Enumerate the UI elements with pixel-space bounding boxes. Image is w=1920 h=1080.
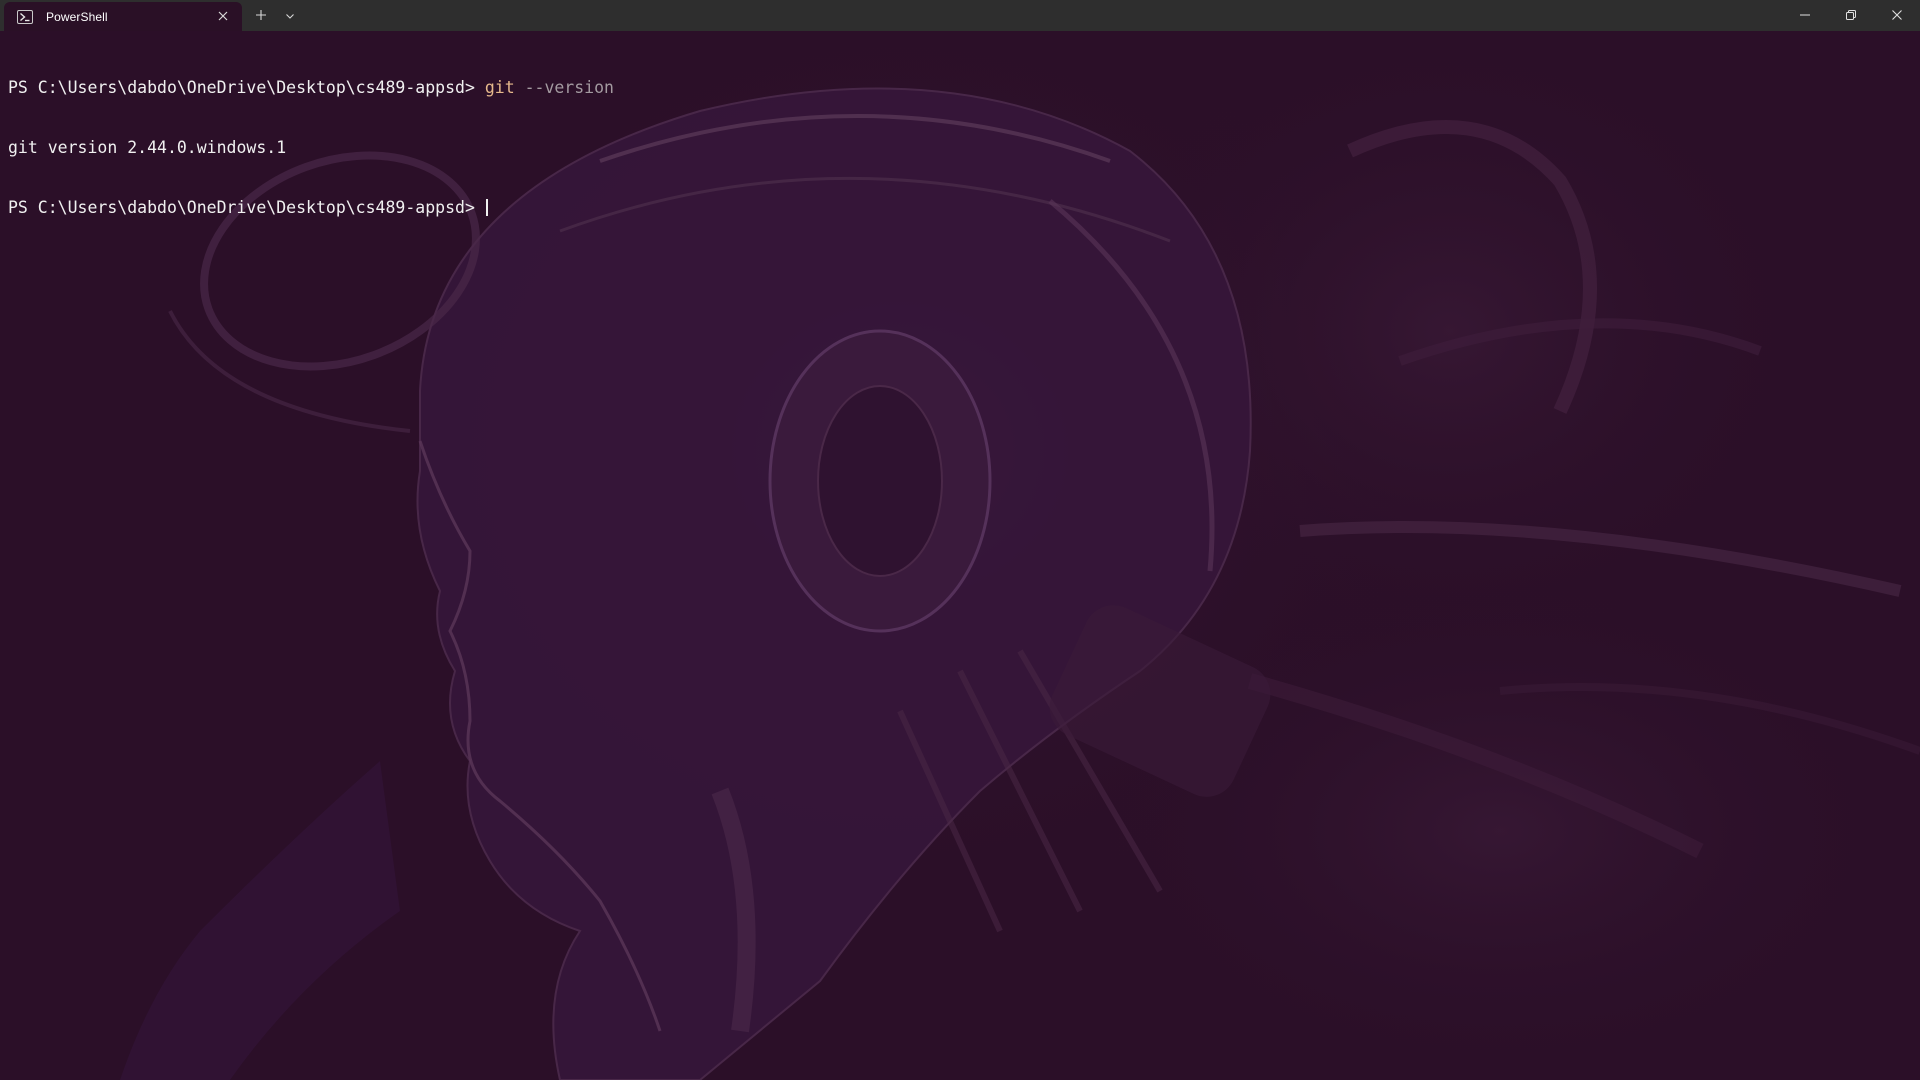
- terminal-line: git version 2.44.0.windows.1: [8, 138, 614, 158]
- terminal-output: PS C:\Users\dabdo\OneDrive\Desktop\cs489…: [8, 38, 614, 258]
- window-controls: [1782, 0, 1920, 31]
- command: git: [484, 78, 515, 97]
- powershell-icon: [17, 9, 33, 24]
- restore-button[interactable]: [1828, 0, 1874, 31]
- command-output: git version 2.44.0.windows.1: [8, 138, 287, 157]
- tab-label: PowerShell: [46, 9, 108, 24]
- prompt: PS C:\Users\dabdo\OneDrive\Desktop\cs489…: [8, 78, 485, 97]
- minimize-icon: [1799, 6, 1811, 25]
- command-args: --version: [514, 78, 614, 97]
- terminal-pane[interactable]: PS C:\Users\dabdo\OneDrive\Desktop\cs489…: [0, 31, 1920, 1080]
- terminal-line[interactable]: PS C:\Users\dabdo\OneDrive\Desktop\cs489…: [8, 198, 614, 218]
- tab-powershell[interactable]: PowerShell: [4, 2, 242, 31]
- new-tab-button[interactable]: [244, 1, 278, 30]
- chevron-down-icon: [285, 6, 295, 25]
- close-icon: [1891, 6, 1903, 25]
- close-window-button[interactable]: [1874, 0, 1920, 31]
- restore-icon: [1845, 6, 1857, 25]
- terminal-line: PS C:\Users\dabdo\OneDrive\Desktop\cs489…: [8, 78, 614, 98]
- prompt: PS C:\Users\dabdo\OneDrive\Desktop\cs489…: [8, 198, 485, 217]
- plus-icon: [255, 6, 267, 25]
- close-tab-icon[interactable]: [216, 9, 230, 23]
- minimize-button[interactable]: [1782, 0, 1828, 31]
- title-bar: PowerShell: [0, 0, 1920, 31]
- tab-dropdown-button[interactable]: [278, 1, 302, 30]
- text-cursor: [485, 199, 488, 216]
